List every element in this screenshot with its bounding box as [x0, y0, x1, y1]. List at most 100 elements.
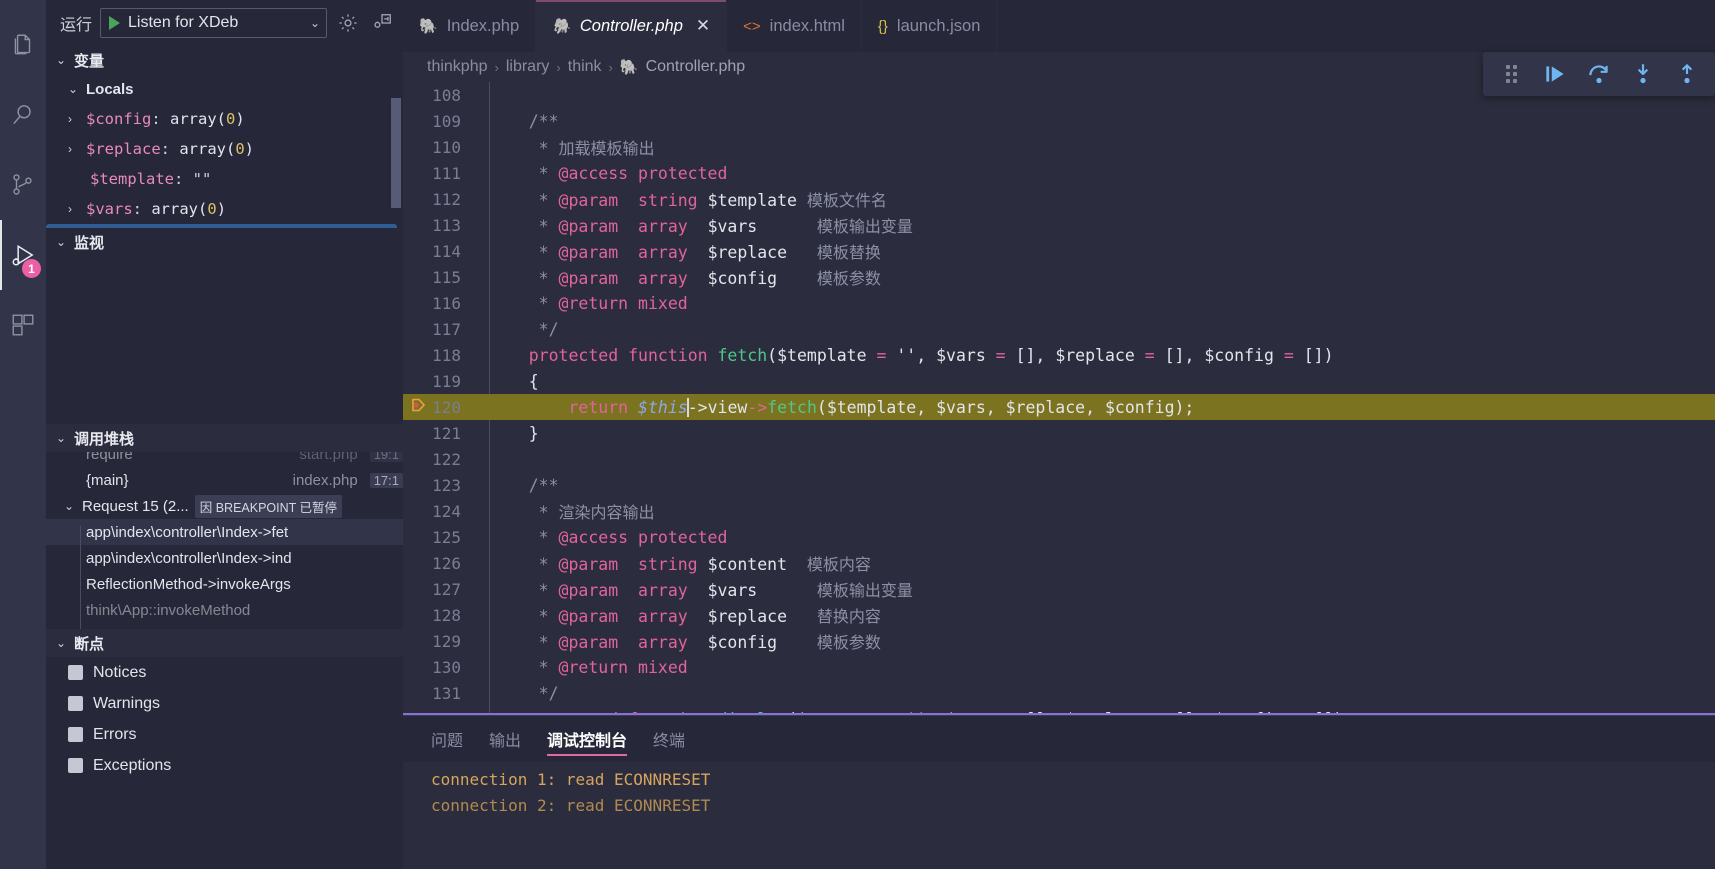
- call-stack-body[interactable]: require start.php 19:1 {main} index.php …: [46, 452, 403, 629]
- tab-problems[interactable]: 问题: [431, 716, 463, 762]
- variable-row[interactable]: $template: "": [46, 164, 403, 194]
- watch-header[interactable]: ⌄ 监视: [46, 228, 403, 256]
- variable-row[interactable]: › $vars: array(0): [46, 194, 403, 224]
- code-lines[interactable]: 108 109 /** 110 * 加载模板输出 111 * @access prot…: [403, 82, 1715, 715]
- floating-debug-toolbar[interactable]: [1483, 52, 1715, 96]
- code-line[interactable]: 130 * @return mixed: [403, 654, 1715, 680]
- code-line[interactable]: 112 * @param string $template 模板文件名: [403, 186, 1715, 212]
- code-line[interactable]: 122: [403, 446, 1715, 472]
- close-icon[interactable]: ✕: [696, 16, 710, 36]
- breadcrumb-item[interactable]: library: [506, 58, 550, 76]
- call-stack-row[interactable]: ReflectionMethod->invokeArgs: [46, 571, 403, 597]
- call-stack-header[interactable]: ⌄ 调用堆栈: [46, 424, 403, 452]
- chevron-right-icon[interactable]: ›: [68, 202, 86, 216]
- code-line[interactable]: 119 {: [403, 368, 1715, 394]
- code-line[interactable]: 124 * 渲染内容输出: [403, 498, 1715, 524]
- thread-name: Request 15 (2...: [82, 497, 189, 515]
- call-stack-row[interactable]: app\index\controller\Index->ind: [46, 545, 403, 571]
- tab-index-php[interactable]: 🐘 Index.php: [403, 0, 537, 52]
- drag-handle-icon[interactable]: [1489, 52, 1533, 96]
- step-into-button[interactable]: [1621, 52, 1665, 96]
- call-stack-thread-row[interactable]: ⌄ Request 15 (2... 因 BREAKPOINT 已暂停: [46, 493, 403, 519]
- sidebar-item-source-control[interactable]: [0, 150, 46, 220]
- checkbox-icon[interactable]: [68, 727, 83, 742]
- checkbox-icon[interactable]: [68, 665, 83, 680]
- chevron-down-icon[interactable]: ⌄: [54, 636, 68, 650]
- sidebar-item-extensions[interactable]: [0, 290, 46, 360]
- breakpoint-row[interactable]: Errors: [46, 719, 403, 750]
- code-line[interactable]: 127 * @param array $vars 模板输出变量: [403, 576, 1715, 602]
- call-stack-row[interactable]: require start.php 19:1: [46, 452, 403, 467]
- gear-icon[interactable]: [335, 10, 361, 36]
- breakpoint-row[interactable]: Warnings: [46, 688, 403, 719]
- code-line[interactable]: 115 * @param array $config 模板参数: [403, 264, 1715, 290]
- chevron-down-icon[interactable]: ⌄: [54, 431, 68, 445]
- continue-button[interactable]: [1533, 52, 1577, 96]
- variables-scope-locals[interactable]: ⌄ Locals: [46, 74, 403, 104]
- call-stack-row[interactable]: {main} index.php 17:1: [46, 467, 403, 493]
- tab-output[interactable]: 输出: [489, 716, 521, 762]
- chevron-down-icon[interactable]: ⌄: [68, 82, 86, 96]
- code-line[interactable]: 128 * @param array $replace 替换内容: [403, 602, 1715, 628]
- variables-header[interactable]: ⌄ 变量: [46, 46, 403, 74]
- code-line[interactable]: 109 /**: [403, 108, 1715, 134]
- code-line[interactable]: 126 * @param string $content 模板内容: [403, 550, 1715, 576]
- checkbox-icon[interactable]: [68, 696, 83, 711]
- code-line[interactable]: 123 /**: [403, 472, 1715, 498]
- breakpoint-row[interactable]: Notices: [46, 657, 403, 688]
- breakpoints-body[interactable]: Notices Warnings Errors Exceptions: [46, 657, 403, 781]
- chevron-down-icon[interactable]: ⌄: [310, 16, 320, 30]
- tab-terminal[interactable]: 终端: [653, 716, 685, 762]
- play-icon[interactable]: [109, 16, 121, 30]
- line-number: 112: [432, 189, 461, 209]
- variable-row-this[interactable]: › $this: app\index\controller\I: [46, 224, 397, 228]
- code-line[interactable]: 120 return $this->view->fetch($template,…: [403, 394, 1715, 420]
- variables-body[interactable]: ⌄ Locals › $config: array(0) › $replace:…: [46, 74, 403, 228]
- breadcrumb-item[interactable]: thinkphp: [427, 58, 488, 76]
- sidebar-item-run-and-debug[interactable]: 1: [0, 220, 46, 290]
- breakpoints-title: 断点: [74, 635, 105, 653]
- launch-config-select[interactable]: Listen for XDeb ⌄: [100, 8, 327, 38]
- call-stack-row[interactable]: think\App::invokeMethod: [46, 597, 403, 623]
- chevron-right-icon[interactable]: ›: [68, 142, 86, 156]
- chevron-down-icon[interactable]: ⌄: [54, 53, 68, 67]
- checkbox-icon[interactable]: [68, 758, 83, 773]
- chevron-right-icon[interactable]: ›: [68, 112, 86, 126]
- tab-controller-php[interactable]: 🐘 Controller.php ✕: [536, 0, 728, 52]
- debug-console-output[interactable]: connection 1: read ECONNRESET connection…: [403, 762, 1715, 869]
- variables-scrollbar[interactable]: [391, 98, 401, 208]
- sidebar-item-search[interactable]: [0, 80, 46, 150]
- code-editor[interactable]: 108 109 /** 110 * 加载模板输出 111 * @access prot…: [403, 82, 1715, 715]
- code-line[interactable]: 117 */: [403, 316, 1715, 342]
- code-line[interactable]: 118 protected function fetch($template =…: [403, 342, 1715, 368]
- breakpoint-arrow-icon[interactable]: [411, 397, 427, 417]
- code-line[interactable]: 125 * @access protected: [403, 524, 1715, 550]
- breakpoints-header[interactable]: ⌄ 断点: [46, 629, 403, 657]
- breadcrumb-item[interactable]: think: [568, 58, 602, 76]
- code-line[interactable]: 110 * 加载模板输出: [403, 134, 1715, 160]
- breadcrumb-file[interactable]: Controller.php: [646, 58, 746, 76]
- tab-debug-console[interactable]: 调试控制台: [547, 716, 628, 762]
- code-line[interactable]: 114 * @param array $replace 模板替换: [403, 238, 1715, 264]
- debug-console-icon[interactable]: [369, 10, 395, 36]
- sidebar-item-explorer[interactable]: [0, 10, 46, 80]
- tab-index-html[interactable]: <> index.html: [727, 0, 862, 52]
- code-line[interactable]: 131 */: [403, 680, 1715, 706]
- variable-row[interactable]: › $config: array(0): [46, 104, 403, 134]
- chevron-down-icon[interactable]: ⌄: [62, 499, 76, 513]
- code-line[interactable]: 121 }: [403, 420, 1715, 446]
- tab-launch-json[interactable]: {} launch.json: [861, 0, 998, 52]
- call-stack-row-current[interactable]: app\index\controller\Index->fet: [46, 519, 403, 545]
- code-line[interactable]: 116 * @return mixed: [403, 290, 1715, 316]
- code-line[interactable]: 129 * @param array $config 模板参数: [403, 628, 1715, 654]
- chevron-down-icon[interactable]: ⌄: [54, 235, 68, 249]
- frame-name: think\App::invokeMethod: [86, 601, 251, 619]
- code-line[interactable]: 113 * @param array $vars 模板输出变量: [403, 212, 1715, 238]
- breakpoint-row[interactable]: Exceptions: [46, 750, 403, 781]
- variable-row[interactable]: › $replace: array(0): [46, 134, 403, 164]
- line-number: 121: [432, 423, 461, 443]
- step-over-button[interactable]: [1577, 52, 1621, 96]
- watch-body[interactable]: [46, 256, 403, 424]
- code-line[interactable]: 111 * @access protected: [403, 160, 1715, 186]
- step-out-button[interactable]: [1665, 52, 1709, 96]
